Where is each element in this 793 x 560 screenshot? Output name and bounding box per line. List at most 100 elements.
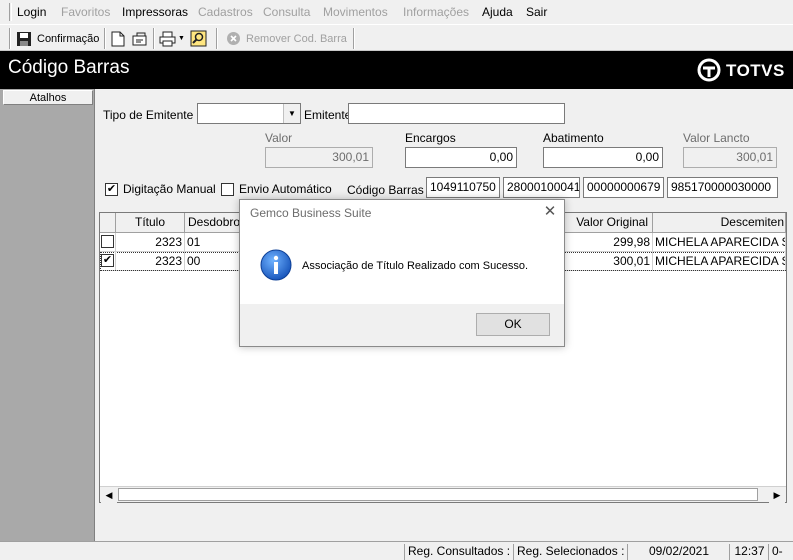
toolbar-grip: [9, 28, 11, 49]
print-button[interactable]: ▼: [159, 28, 185, 49]
encargos-input[interactable]: 0,00: [405, 147, 517, 168]
printer-icon: [159, 31, 176, 47]
toolbar-separator: [104, 28, 106, 49]
checkmark-icon: ✔: [106, 183, 117, 195]
menu-ajuda[interactable]: Ajuda: [482, 5, 513, 19]
chevron-down-icon: ▼: [178, 35, 185, 42]
column-header-titulo[interactable]: Título: [116, 213, 185, 233]
valor-label: Valor: [265, 131, 293, 145]
confirm-label: Confirmação: [37, 32, 100, 45]
horizontal-scrollbar[interactable]: ◀ ▶: [100, 486, 786, 503]
info-icon: [260, 249, 292, 284]
dialog-message: Associação de Título Realizado com Suces…: [302, 260, 529, 272]
barcode-part-2[interactable]: 28000100041: [503, 177, 580, 198]
emitter-type-label: Tipo de Emitente: [103, 108, 194, 122]
menu-grip: [9, 3, 12, 21]
menu-bar: Login Favoritos Impressoras Cadastros Co…: [0, 0, 793, 24]
row-checkbox[interactable]: [101, 235, 114, 248]
search-button[interactable]: [190, 28, 207, 49]
logo-text: TOTVS: [726, 61, 785, 80]
ok-button[interactable]: OK: [476, 313, 550, 336]
abatimento-label: Abatimento: [543, 131, 604, 145]
encargos-label: Encargos: [405, 131, 456, 145]
status-date: 09/02/2021: [627, 544, 727, 560]
menu-consulta[interactable]: Consulta: [263, 5, 310, 19]
toolbar-separator: [353, 28, 355, 49]
confirm-button[interactable]: Confirmação: [16, 28, 99, 49]
arrow-right-icon: ▶: [773, 489, 781, 500]
menu-cadastros[interactable]: Cadastros: [198, 5, 253, 19]
new-button[interactable]: [111, 28, 125, 49]
status-bar: Reg. Consultados : 0 Reg. Selecionados :…: [0, 541, 793, 560]
descemiten-cell: MICHELA APARECIDA SIQ: [653, 233, 786, 251]
toolbar-separator: [153, 28, 155, 49]
column-header-desdobro[interactable]: Desdobro ...: [185, 213, 241, 233]
scroll-left-button[interactable]: ◀: [101, 487, 117, 503]
desdobro-cell: 00: [185, 252, 241, 270]
row-select-cell: [100, 233, 116, 251]
emitter-type-select[interactable]: ▼: [197, 103, 301, 124]
manual-entry-label: Digitação Manual: [123, 182, 216, 196]
auto-send-label: Envio Automático: [239, 182, 332, 196]
barcode-part-1[interactable]: 1049110750: [426, 177, 500, 198]
arrow-left-icon: ◀: [105, 489, 113, 500]
open-button[interactable]: [131, 28, 148, 49]
remove-barcode-label: Remover Cod. Barra: [246, 32, 347, 45]
menu-impressoras[interactable]: Impressoras: [122, 5, 188, 19]
checkmark-icon: ✔: [102, 254, 113, 266]
scroll-right-button[interactable]: ▶: [769, 487, 785, 503]
valor-cell: 300,01: [565, 252, 653, 270]
menu-sair[interactable]: Sair: [526, 5, 547, 19]
descemiten-cell: MICHELA APARECIDA SIQ: [653, 252, 786, 270]
status-selecionados: Reg. Selecionados : 0: [513, 544, 625, 560]
row-checkbox[interactable]: ✔: [101, 254, 114, 267]
emitter-label: Emitente: [304, 108, 352, 122]
status-consultados: Reg. Consultados : 0: [404, 544, 511, 560]
status-time: 12:37: [729, 544, 766, 560]
valor-lancto-label: Valor Lancto: [683, 131, 750, 145]
scroll-thumb[interactable]: [118, 488, 758, 501]
toolbar: Confirmação ▼ Remover Cod. Barra: [0, 24, 793, 51]
totvs-logo-icon: [697, 58, 721, 85]
select-column-header: [100, 213, 116, 233]
auto-send-checkbox[interactable]: [221, 183, 234, 196]
column-header-descemiten[interactable]: Descemiten: [653, 213, 786, 233]
titulo-cell: 2323: [116, 252, 185, 270]
barcode-part-4[interactable]: 985170000030000: [667, 177, 778, 198]
dialog-close-button[interactable]: ✕: [541, 203, 559, 221]
manual-entry-checkbox[interactable]: ✔: [105, 183, 118, 196]
emitter-input[interactable]: [348, 103, 565, 124]
sidebar: Atalhos: [0, 89, 95, 541]
toolbar-separator: [216, 28, 218, 49]
close-icon: ✕: [543, 203, 557, 220]
menu-favoritos[interactable]: Favoritos: [61, 5, 110, 19]
valor-cell: 299,98: [565, 233, 653, 251]
valor-lancto-field: 300,01: [683, 147, 777, 168]
page-title: Código Barras: [8, 57, 130, 78]
remove-circle-icon: [226, 31, 241, 46]
magnifier-icon: [190, 30, 207, 47]
totvs-logo: TOTVS: [697, 58, 787, 84]
desdobro-cell: 01: [185, 233, 241, 251]
column-header-valor[interactable]: Valor Original: [565, 213, 653, 233]
form-panel: Tipo de Emitente ▼ Emitente Valor 300,01…: [96, 89, 793, 209]
open-folder-icon: [131, 31, 148, 47]
new-document-icon: [111, 31, 125, 47]
titulo-cell: 2323: [116, 233, 185, 251]
message-dialog: Gemco Business Suite ✕ Associação de Tít…: [239, 199, 565, 347]
dropdown-button[interactable]: ▼: [283, 104, 300, 123]
abatimento-input[interactable]: 0,00: [543, 147, 663, 168]
menu-informacoes[interactable]: Informações: [403, 5, 469, 19]
dialog-footer: OK: [240, 304, 564, 346]
floppy-icon: [16, 31, 32, 47]
status-extra: 0-: [768, 544, 793, 560]
remove-barcode-button[interactable]: Remover Cod. Barra: [226, 28, 347, 49]
menu-login[interactable]: Login: [17, 5, 46, 19]
dialog-title: Gemco Business Suite: [250, 206, 372, 220]
chevron-down-icon: ▼: [288, 109, 296, 118]
sidebar-title[interactable]: Atalhos: [3, 90, 93, 105]
page-header: Código Barras TOTVS: [0, 51, 793, 89]
menu-movimentos[interactable]: Movimentos: [323, 5, 388, 19]
valor-field: 300,01: [265, 147, 373, 168]
barcode-part-3[interactable]: 00000000679: [583, 177, 664, 198]
